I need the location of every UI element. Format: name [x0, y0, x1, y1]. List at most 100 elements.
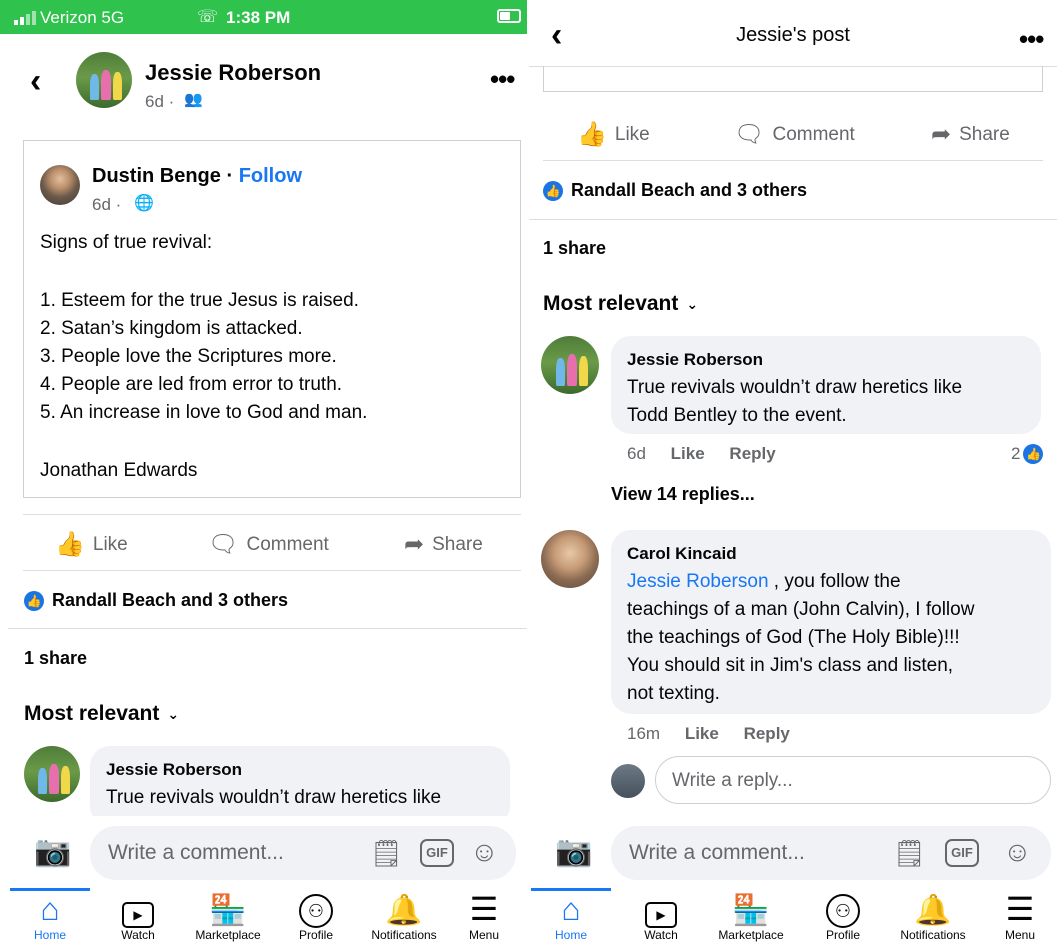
- right-screen: ‹ Jessie's post ••• 👍 Like 🗨 Comment ➦ Shar…: [529, 0, 1057, 950]
- comment-like-button[interactable]: Like: [671, 444, 705, 463]
- tab-watch[interactable]: ▶ Watch: [611, 888, 711, 942]
- tab-watch[interactable]: ▶ Watch: [88, 888, 188, 942]
- like-button[interactable]: 👍 Like: [577, 120, 650, 149]
- comment-button[interactable]: 🗨 Comment: [734, 120, 855, 149]
- tab-profile[interactable]: ⚇ Profile: [793, 888, 893, 942]
- comment-author[interactable]: Jessie Roberson: [106, 760, 242, 780]
- home-icon: ⌂: [40, 891, 60, 927]
- sort-label: Most relevant: [543, 292, 679, 315]
- tab-label: Marketplace: [718, 928, 784, 942]
- post-line: 5. An increase in love to God and man.: [40, 402, 368, 423]
- post-time[interactable]: 6d ·: [145, 92, 174, 112]
- comment-text: Jessie Roberson , you follow the: [627, 568, 901, 596]
- shared-post-bottom: [543, 66, 1043, 92]
- reactions-summary[interactable]: 👍 Randall Beach and 3 others: [543, 180, 807, 201]
- comment-composer: 📷 Write a comment... 🗒 GIF ☺: [529, 816, 1057, 888]
- tab-label: Home: [554, 928, 587, 942]
- comment-text: teachings of a man (John Calvin), I foll…: [627, 599, 975, 620]
- emoji-icon[interactable]: ☺: [1003, 836, 1032, 868]
- comment-reaction-count[interactable]: 2 👍: [1011, 444, 1044, 464]
- avatar[interactable]: [611, 764, 645, 798]
- menu-icon: ☰: [1005, 891, 1035, 927]
- shared-post[interactable]: Dustin Benge · Follow 6d · 🌐 Signs of tr…: [23, 140, 521, 498]
- like-button[interactable]: 👍 Like: [55, 530, 128, 559]
- comment-bubble[interactable]: Jessie Roberson True revivals wouldn’t d…: [611, 336, 1041, 434]
- comment-reply-button[interactable]: Reply: [744, 724, 790, 743]
- post-owner-name[interactable]: Jessie Roberson: [145, 60, 321, 86]
- reply-input[interactable]: Write a reply...: [655, 756, 1051, 804]
- tab-home[interactable]: ⌂ Home: [0, 888, 100, 942]
- battery-icon: [497, 9, 521, 23]
- home-icon: ⌂: [561, 891, 581, 927]
- sticker-icon[interactable]: 🗒: [370, 838, 403, 869]
- back-button[interactable]: ‹: [30, 64, 41, 98]
- share-label: Share: [959, 123, 1010, 145]
- shared-post-header: Dustin Benge · Follow: [92, 165, 302, 188]
- globe-icon: 🌐: [134, 195, 154, 212]
- comment-author[interactable]: Carol Kincaid: [627, 544, 737, 564]
- comment-author[interactable]: Jessie Roberson: [627, 350, 763, 370]
- comment-bubble[interactable]: Jessie Roberson True revivals wouldn’t d…: [90, 746, 510, 826]
- tab-label: Notifications: [900, 928, 966, 942]
- avatar[interactable]: [541, 530, 599, 588]
- gif-icon[interactable]: GIF: [945, 839, 979, 867]
- post-line: 1. Esteem for the true Jesus is raised.: [40, 290, 359, 311]
- share-count[interactable]: 1 share: [543, 238, 606, 259]
- comment-text: True revivals wouldn’t draw heretics lik…: [627, 377, 963, 398]
- tab-label: Menu: [468, 928, 500, 942]
- comment-input[interactable]: Write a comment... 🗒 GIF ☺: [611, 826, 1051, 880]
- comment-reply-button[interactable]: Reply: [729, 444, 775, 463]
- tab-menu[interactable]: ☰ Menu: [983, 888, 1057, 942]
- page-title: Jessie's post: [736, 24, 850, 46]
- tab-notifications[interactable]: 🔔 Notifications: [354, 888, 454, 942]
- tab-profile[interactable]: ⚇ Profile: [266, 888, 366, 942]
- camera-icon[interactable]: 📷: [34, 834, 71, 869]
- sort-dropdown[interactable]: Most relevant ⌄: [24, 702, 179, 726]
- tab-menu[interactable]: ☰ Menu: [444, 888, 524, 942]
- share-button[interactable]: ➦ Share: [404, 530, 483, 559]
- more-options-icon[interactable]: •••: [490, 66, 515, 92]
- share-button[interactable]: ➦ Share: [931, 120, 1010, 149]
- tab-home[interactable]: ⌂ Home: [529, 888, 621, 942]
- shared-post-text: Signs of true revival: 1. Esteem for the…: [40, 229, 510, 485]
- like-reaction-icon: 👍: [24, 590, 44, 611]
- follow-button[interactable]: Follow: [239, 165, 302, 187]
- comment-icon: 🗨: [734, 121, 765, 148]
- post-line: [40, 427, 510, 457]
- mention-link[interactable]: Jessie Roberson: [627, 571, 769, 592]
- status-time: 1:38 PM: [226, 8, 291, 27]
- watch-icon: ▶: [88, 888, 188, 928]
- gif-icon[interactable]: GIF: [420, 839, 454, 867]
- tab-label: Profile: [298, 928, 333, 942]
- avatar[interactable]: [541, 336, 599, 394]
- signal-icon: [14, 11, 36, 25]
- divider: [23, 514, 521, 515]
- view-replies-link[interactable]: View 14 replies...: [611, 484, 755, 505]
- tab-bar: ⌂ Home ▶ Watch 🏪 Marketplace ⚇ Profile 🔔…: [529, 888, 1057, 950]
- reactions-summary[interactable]: 👍 Randall Beach and 3 others: [24, 590, 288, 611]
- tab-marketplace[interactable]: 🏪 Marketplace: [178, 888, 278, 942]
- tab-marketplace[interactable]: 🏪 Marketplace: [701, 888, 801, 942]
- comment-label: Comment: [772, 123, 855, 145]
- share-count[interactable]: 1 share: [24, 648, 87, 669]
- avatar[interactable]: [24, 746, 80, 802]
- comment-input[interactable]: Write a comment... 🗒 GIF ☺: [90, 826, 516, 880]
- sticker-icon[interactable]: 🗒: [893, 838, 926, 869]
- tab-label: Marketplace: [195, 928, 261, 942]
- more-options-icon[interactable]: •••: [1019, 26, 1044, 52]
- post-line: [40, 257, 510, 287]
- shared-post-time[interactable]: 6d ·: [92, 195, 121, 215]
- comment-like-button[interactable]: Like: [685, 724, 719, 743]
- comment-bubble[interactable]: Carol Kincaid Jessie Roberson , you foll…: [611, 530, 1051, 714]
- comment-button[interactable]: 🗨 Comment: [208, 530, 329, 559]
- emoji-icon[interactable]: ☺: [470, 836, 499, 868]
- like-reaction-icon: 👍: [543, 180, 563, 201]
- camera-icon[interactable]: 📷: [555, 834, 592, 869]
- tab-label: Home: [33, 928, 66, 942]
- comment-time: 6d: [627, 444, 646, 463]
- avatar[interactable]: [76, 52, 132, 108]
- avatar[interactable]: [40, 165, 80, 205]
- shared-author-name[interactable]: Dustin Benge: [92, 165, 221, 187]
- tab-notifications[interactable]: 🔔 Notifications: [883, 888, 983, 942]
- sort-dropdown[interactable]: Most relevant ⌄: [543, 292, 698, 316]
